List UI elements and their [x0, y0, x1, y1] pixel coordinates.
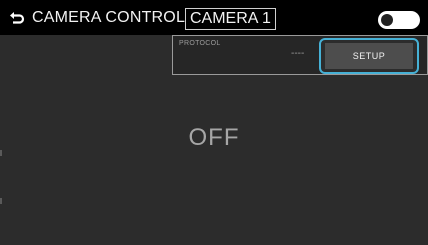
- camera-select[interactable]: CAMERA 1: [185, 8, 276, 30]
- edge-mark: [0, 198, 2, 204]
- header-bar: CAMERA CONTROL CAMERA 1: [0, 0, 428, 35]
- edge-mark: [0, 150, 2, 156]
- power-toggle[interactable]: [378, 11, 420, 29]
- back-button[interactable]: [8, 9, 26, 27]
- page-title: CAMERA CONTROL: [32, 9, 186, 26]
- camera-control-screen: CAMERA CONTROL CAMERA 1 PROTOCOL ---- SE…: [0, 0, 428, 245]
- toggle-knob: [381, 14, 393, 26]
- back-arrow-icon: [10, 12, 25, 24]
- protocol-value: ----: [291, 48, 305, 59]
- setup-button-label: SETUP: [325, 43, 413, 69]
- setup-button[interactable]: SETUP: [319, 38, 419, 74]
- status-text: OFF: [188, 124, 240, 151]
- protocol-label: PROTOCOL: [179, 40, 221, 47]
